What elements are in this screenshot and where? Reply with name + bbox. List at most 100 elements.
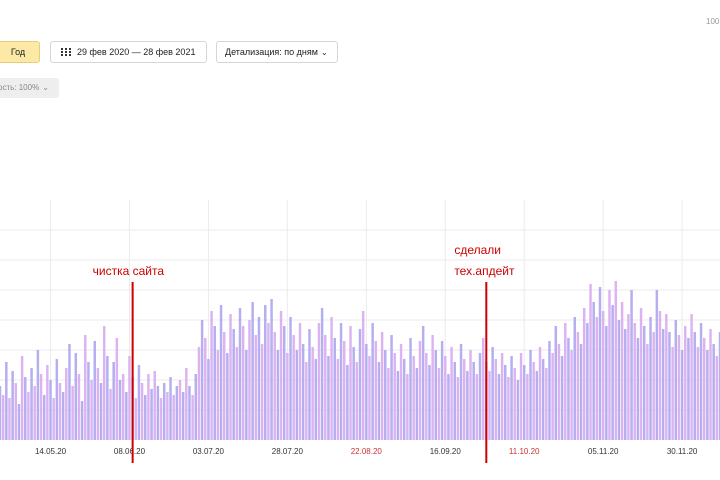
chart-bar (156, 386, 160, 440)
chart-bar (567, 338, 570, 440)
chart-bar (652, 332, 655, 440)
chart-bar (264, 305, 267, 440)
chart-bar (453, 362, 456, 440)
chart-bar (0, 386, 2, 440)
chart-bar (42, 395, 46, 440)
chart-bar (668, 332, 671, 440)
chart-bar (355, 362, 359, 440)
chart-bar (8, 398, 11, 440)
chart-bar (620, 302, 624, 440)
chart-bar (418, 341, 422, 440)
chart-bar (450, 347, 453, 440)
chart-bar (371, 323, 374, 440)
chart-bar (674, 320, 678, 440)
chart-bar (219, 305, 223, 440)
chart-bar (147, 374, 150, 440)
chart-bar (324, 335, 327, 440)
chart-bar (472, 362, 475, 440)
chart-bar (513, 368, 516, 440)
chevron-down-icon: ⌄ (320, 48, 328, 57)
chart-bar (140, 383, 144, 440)
chart-bar (396, 371, 400, 440)
chart-bar (709, 329, 712, 440)
chart-bar (77, 374, 81, 440)
chart-bar (627, 314, 630, 440)
chart-bar (270, 299, 273, 440)
chart-bar (74, 353, 78, 440)
chart-bar (213, 326, 216, 440)
chart-bar (661, 329, 665, 440)
chart-bar (216, 350, 220, 440)
chart-bar (185, 368, 188, 440)
x-tick-label: 03.07.20 (193, 447, 225, 456)
date-range-picker[interactable]: 29 фев 2020 — 28 фев 2021 (50, 41, 207, 63)
chart-bar (529, 350, 532, 440)
chart-bar (194, 374, 198, 440)
chart-bar (172, 395, 175, 440)
chart-bar (532, 362, 535, 440)
chart-bar (30, 368, 33, 440)
chart-bar (257, 317, 261, 440)
chart-bar (481, 338, 485, 440)
detail-dropdown[interactable]: Детализация: по дням ⌄ (216, 41, 338, 63)
chart-bar (55, 359, 59, 440)
chart-bar (469, 350, 472, 440)
chart-bar (516, 380, 520, 440)
chart-bar (447, 374, 450, 440)
chart-bar (298, 323, 302, 440)
chart-bar (406, 374, 409, 440)
chart-bar (595, 317, 599, 440)
chart-bar (551, 353, 554, 440)
chart-bar (365, 344, 368, 440)
chart-bar (431, 335, 434, 440)
chart-bar (286, 353, 289, 440)
chart-bar (491, 347, 494, 440)
chart-bar (384, 350, 387, 440)
chart-bar (150, 389, 153, 440)
traffic-chart: 14.05.20 08.06.20 03.07.20 28.07.20 22.08.20… (0, 200, 720, 463)
period-year-button[interactable]: Год (0, 41, 40, 63)
chart-bar (17, 404, 21, 440)
chart-bar (630, 290, 633, 440)
chart-bar (251, 302, 254, 440)
chart-bar (488, 371, 491, 440)
chart-bar (1, 395, 5, 440)
chart-bar (314, 359, 318, 440)
x-tick-label: 16.09.20 (430, 447, 462, 456)
chart-bar (169, 377, 172, 440)
chart-bar (238, 308, 242, 440)
chart-bar (500, 353, 504, 440)
accuracy-dropdown[interactable]: ость: 100% ⌄ (0, 78, 59, 98)
chart-bar (87, 362, 90, 440)
chart-bar (617, 320, 621, 440)
chart-bar (232, 329, 235, 440)
chart-bar (456, 377, 460, 440)
chart-bar (412, 356, 415, 440)
chart-bar (671, 347, 674, 440)
chart-bar (175, 386, 179, 440)
chart-bar (128, 356, 131, 440)
chart-bar (99, 383, 103, 440)
chart-bar (624, 329, 627, 440)
chart-bar (166, 392, 169, 440)
chart-bar (462, 359, 466, 440)
top-right-label: 100 (706, 17, 720, 26)
chart-bar (702, 338, 706, 440)
chart-bar (589, 284, 592, 440)
chart-bar (557, 344, 561, 440)
chart-bar (387, 368, 390, 440)
chart-bar (282, 326, 286, 440)
chart-bar (586, 323, 589, 440)
chart-bar (279, 311, 283, 440)
chart-bar (409, 338, 412, 440)
chart-bar (633, 323, 636, 440)
chart-bar (333, 338, 336, 440)
x-tick-label: 11.10.20 (509, 447, 540, 456)
chart-bar (696, 347, 700, 440)
chart-bar (226, 353, 229, 440)
chart-bar (109, 389, 112, 440)
chart-bar (349, 326, 352, 440)
chart-bar (699, 323, 703, 440)
chart-bar (210, 311, 213, 440)
chart-bar (361, 311, 365, 440)
